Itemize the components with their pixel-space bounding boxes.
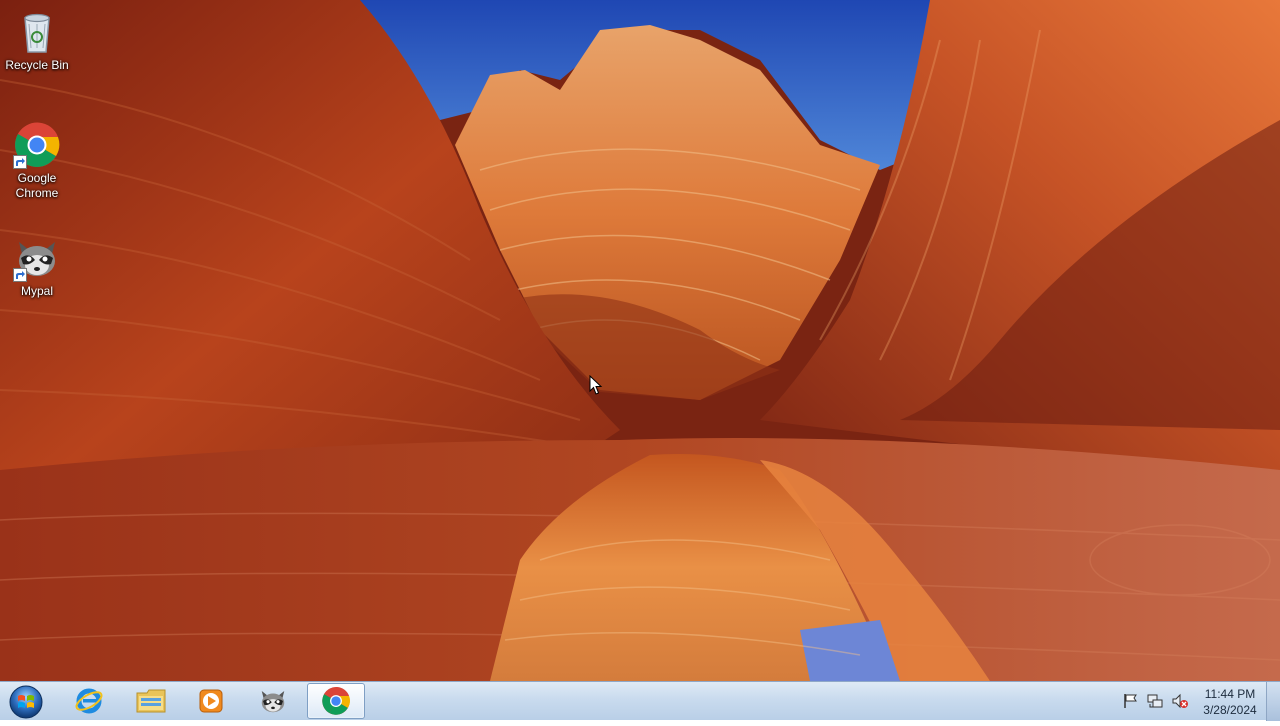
taskbar-mypal-button[interactable] <box>244 683 302 719</box>
desktop-icon-label-line1: Google <box>17 171 57 185</box>
volume-muted-icon[interactable] <box>1171 692 1189 710</box>
taskbar-windows-explorer-button[interactable] <box>122 683 180 719</box>
desktop[interactable]: Recycle Bin Google Chrome Mypal <box>0 0 1280 681</box>
chrome-icon <box>13 121 61 169</box>
windows-start-orb <box>9 685 43 719</box>
folder-explorer-icon <box>136 689 166 713</box>
start-button[interactable] <box>6 683 46 721</box>
shortcut-arrow-icon <box>13 155 27 169</box>
desktop-icon-recycle-bin[interactable]: Recycle Bin <box>1 8 73 73</box>
desktop-icon-label: Recycle Bin <box>5 58 69 72</box>
network-icon[interactable] <box>1146 692 1164 710</box>
mouse-cursor-icon <box>589 375 603 395</box>
shortcut-arrow-icon <box>13 268 27 282</box>
recycle-bin-icon <box>13 8 61 56</box>
taskbar-chrome-button[interactable] <box>307 683 365 719</box>
desktop-icon-google-chrome[interactable]: Google Chrome <box>1 121 73 201</box>
mypal-raccoon-icon <box>261 691 285 713</box>
chrome-icon <box>322 686 350 715</box>
taskbar: 11:44 PM 3/28/2024 <box>0 681 1280 721</box>
system-clock[interactable]: 11:44 PM 3/28/2024 <box>1192 686 1268 718</box>
clock-time: 11:44 PM <box>1204 687 1256 701</box>
wallpaper-image <box>0 0 1280 681</box>
clock-date: 3/28/2024 <box>1203 703 1257 717</box>
media-player-icon <box>199 689 223 713</box>
mypal-raccoon-icon <box>13 234 61 282</box>
taskbar-internet-explorer-button[interactable] <box>60 683 118 719</box>
desktop-icon-label-line2: Chrome <box>15 186 59 200</box>
desktop-icon-label: Mypal <box>20 284 53 298</box>
internet-explorer-icon <box>75 688 103 714</box>
action-center-flag-icon[interactable] <box>1122 692 1140 710</box>
desktop-icon-mypal[interactable]: Mypal <box>1 234 73 299</box>
show-desktop-button[interactable] <box>1266 682 1280 721</box>
taskbar-media-player-button[interactable] <box>182 683 240 719</box>
